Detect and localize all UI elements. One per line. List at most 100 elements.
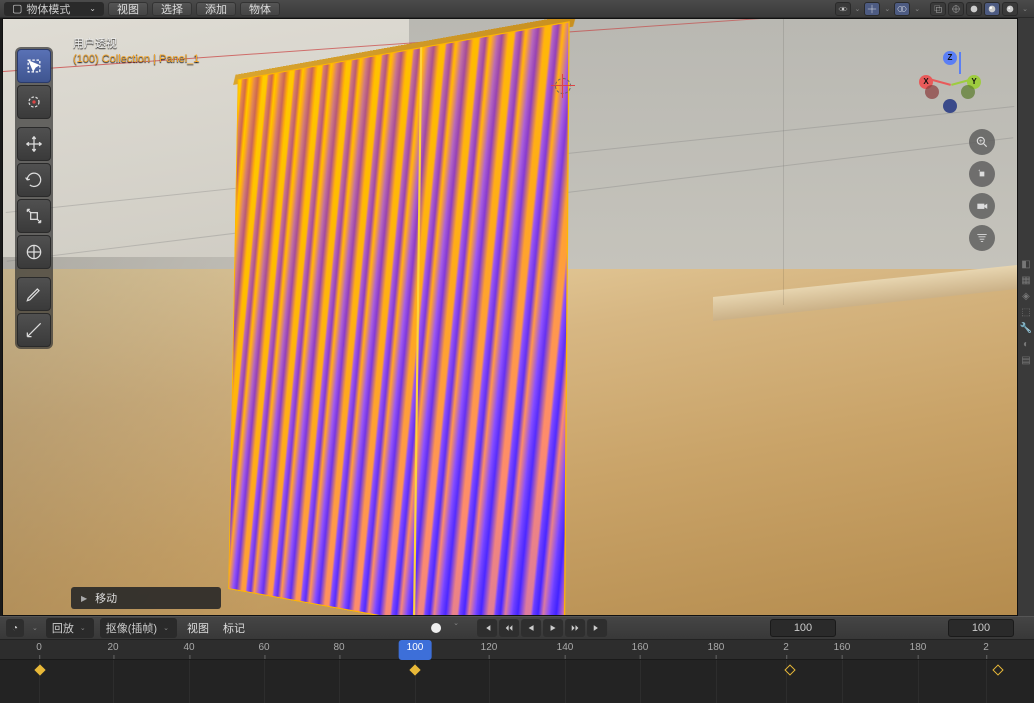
last-operator-label: 移动	[95, 590, 117, 606]
playback-menu-label: 回放	[52, 620, 74, 636]
tool-move[interactable]	[17, 127, 51, 161]
tool-measure[interactable]	[17, 313, 51, 347]
jump-end-button[interactable]	[587, 619, 607, 637]
timeline-ruler[interactable]: 02040608010012014016018021601802100	[0, 640, 1034, 660]
nav-buttons-column	[969, 129, 995, 251]
gizmo-neg-x-handle[interactable]	[925, 85, 939, 99]
timeline-header: ◔ ⌄ 回放 ⌄ 抠像(插帧) ⌄ 视图 标记 ⌄ 100 100	[0, 616, 1034, 640]
ruler-tick: 160	[632, 642, 649, 653]
gizmo-neg-z-handle[interactable]	[943, 99, 957, 113]
last-operator-panel[interactable]: ▶ 移动	[71, 587, 221, 609]
editor-type-icon[interactable]: ◔	[6, 619, 24, 637]
timeline-menu-view[interactable]: 视图	[183, 618, 213, 638]
play-reverse-button[interactable]	[521, 619, 541, 637]
keyframe-diamond-icon[interactable]	[992, 664, 1003, 675]
tool-select-box[interactable]	[17, 49, 51, 83]
perspective-label: 用户透视	[73, 35, 199, 51]
scene-corner	[783, 19, 784, 305]
keyframe-diamond-icon[interactable]	[34, 664, 45, 675]
track-grid-line	[489, 660, 490, 703]
3d-viewport[interactable]: 用户透视 (100) Collection | Panel_1 Z Y X ▶ …	[2, 18, 1018, 616]
chevron-down-icon: ⌄	[161, 624, 171, 632]
tool-rotate[interactable]	[17, 163, 51, 197]
shading-solid-icon[interactable]	[966, 2, 982, 16]
ruler-tick: 180	[708, 642, 725, 653]
timeline-editor: ◔ ⌄ 回放 ⌄ 抠像(插帧) ⌄ 视图 标记 ⌄ 100 100	[0, 616, 1034, 703]
right-properties-strip: ◧ ▦ ◈ ⬚ 🔧 ◐ ▤	[1018, 18, 1034, 703]
track-grid-line	[339, 660, 340, 703]
ruler-tick: 20	[107, 642, 118, 653]
track-grid-line	[842, 660, 843, 703]
shading-material-icon[interactable]	[984, 2, 1000, 16]
ruler-tick: 180	[910, 642, 927, 653]
menu-view[interactable]: 视图	[108, 2, 148, 16]
track-grid-line	[189, 660, 190, 703]
playback-controls: ⌄	[427, 619, 607, 637]
nav-zoom-icon[interactable]	[969, 129, 995, 155]
prop-tab-icon[interactable]: ◧	[1019, 258, 1033, 272]
xray-toggle-icon[interactable]	[930, 2, 946, 16]
nav-camera-icon[interactable]	[969, 193, 995, 219]
tool-cursor[interactable]	[17, 85, 51, 119]
timeline-menu-marker[interactable]: 标记	[219, 618, 249, 638]
playback-menu[interactable]: 回放 ⌄	[46, 618, 94, 638]
ruler-tick: 60	[258, 642, 269, 653]
chevron-down-icon[interactable]: ⌄	[30, 624, 40, 632]
prop-tab-icon[interactable]: 🔧	[1019, 322, 1033, 336]
timeline-track[interactable]	[0, 660, 1034, 703]
left-toolbar	[15, 47, 53, 349]
chevron-down-icon[interactable]: ⌄	[882, 5, 892, 13]
tool-transform[interactable]	[17, 235, 51, 269]
track-grid-line	[918, 660, 919, 703]
chevron-down-icon[interactable]: ⌄	[912, 5, 922, 13]
gizmo-toggle-icon[interactable]	[864, 2, 880, 16]
ruler-tick: 2	[783, 642, 789, 653]
selectability-icon[interactable]	[835, 2, 851, 16]
ruler-tick: 2	[983, 642, 989, 653]
shading-wireframe-icon[interactable]	[948, 2, 964, 16]
tool-annotate[interactable]	[17, 277, 51, 311]
menu-object[interactable]: 物体	[240, 2, 280, 16]
keyframe-prev-button[interactable]	[499, 619, 519, 637]
keyframe-next-button[interactable]	[565, 619, 585, 637]
prop-tab-icon[interactable]: ⬚	[1019, 306, 1033, 320]
prop-tab-icon[interactable]: ◐	[1019, 338, 1033, 352]
panel-seam	[413, 47, 422, 616]
playhead[interactable]: 100	[399, 640, 432, 660]
panel-face	[228, 21, 569, 616]
3d-cursor-icon	[551, 74, 575, 98]
viewport-header: ▢ 物体模式 ⌄ 视图 选择 添加 物体 ⌄ ⌄ ⌄ ⌄	[0, 0, 1034, 18]
menu-select[interactable]: 选择	[152, 2, 192, 16]
overlays-toggle-icon[interactable]	[894, 2, 910, 16]
end-frame-field[interactable]: 100	[948, 619, 1014, 637]
chevron-down-icon[interactable]: ⌄	[853, 5, 863, 13]
menu-add[interactable]: 添加	[196, 2, 236, 16]
nav-perspective-icon[interactable]	[969, 225, 995, 251]
chevron-down-icon[interactable]: ⌄	[1020, 5, 1030, 13]
selected-object-panel[interactable]	[228, 21, 569, 616]
prop-tab-icon[interactable]: ◈	[1019, 290, 1033, 304]
prop-tab-icon[interactable]: ▦	[1019, 274, 1033, 288]
mode-selector[interactable]: ▢ 物体模式 ⌄	[4, 2, 104, 16]
play-forward-button[interactable]	[543, 619, 563, 637]
chevron-down-icon[interactable]: ⌄	[451, 619, 461, 637]
track-grid-line	[264, 660, 265, 703]
shading-rendered-icon[interactable]	[1002, 2, 1018, 16]
keyframe-diamond-icon[interactable]	[409, 664, 420, 675]
current-frame-field[interactable]: 100	[770, 619, 836, 637]
auto-keying-toggle[interactable]	[427, 619, 445, 637]
nav-pan-icon[interactable]	[969, 161, 995, 187]
object-icon: ▢	[12, 2, 22, 15]
keying-menu[interactable]: 抠像(插帧) ⌄	[100, 618, 177, 638]
gizmo-neg-y-handle[interactable]	[961, 85, 975, 99]
gizmo-z-handle[interactable]: Z	[943, 51, 957, 65]
collection-path-label: (100) Collection | Panel_1	[73, 53, 199, 65]
nav-gizmo[interactable]: Z Y X	[919, 51, 981, 113]
mode-label: 物体模式	[26, 1, 70, 17]
jump-start-button[interactable]	[477, 619, 497, 637]
tool-scale[interactable]	[17, 199, 51, 233]
track-grid-line	[113, 660, 114, 703]
disclosure-triangle-icon: ▶	[81, 594, 87, 603]
prop-tab-icon[interactable]: ▤	[1019, 354, 1033, 368]
viewport-overlay-text: 用户透视 (100) Collection | Panel_1	[73, 35, 199, 65]
